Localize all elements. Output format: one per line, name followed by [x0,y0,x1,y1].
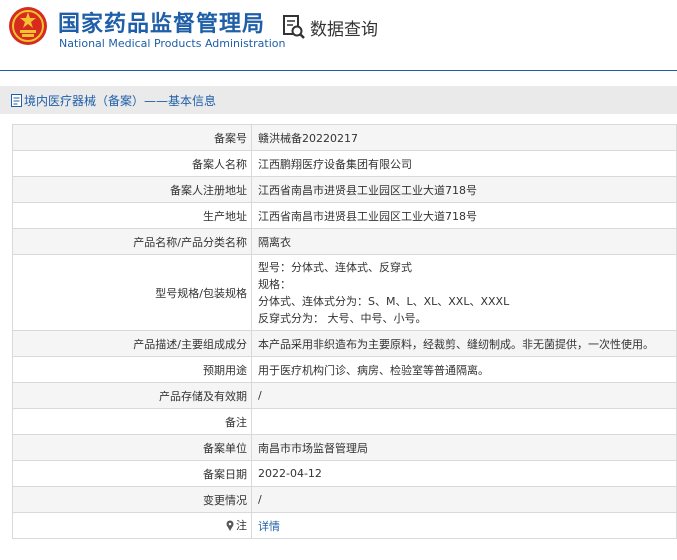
org-name-en: National Medical Products Administration [59,37,286,50]
label-filer-address: 备案人注册地址 [12,176,252,203]
value-description: 本产品采用非织造布为主要原料，经裁剪、缝纫制成。非无菌提供，一次性使用。 [251,330,677,357]
row-change-info: 变更情况 / [12,486,677,513]
document-icon [11,93,22,107]
details-link[interactable]: 详情 [258,520,280,533]
model-spec-line: 型号：分体式、连体式、反穿式 [258,260,412,274]
row-filer-address: 备案人注册地址 江西省南昌市进贤县工业园区工业大道718号 [12,176,677,203]
row-description: 产品描述/主要组成成分 本产品采用非织造布为主要原料，经裁剪、缝纫制成。非无菌提… [12,330,677,357]
value-filer-name: 江西鹏翔医疗设备集团有限公司 [251,150,677,177]
label-production-address: 生产地址 [12,202,252,229]
site-header: 国家药品监督管理局 National Medical Products Admi… [0,0,677,70]
row-filing-date: 备案日期 2022-04-12 [12,460,677,487]
value-filing-date: 2022-04-12 [251,460,677,487]
label-change-info: 变更情况 [12,486,252,513]
label-description: 产品描述/主要组成成分 [12,330,252,357]
label-model-spec: 型号规格/包装规格 [12,254,252,331]
org-name-cn: 国家药品监督管理局 [58,12,266,37]
label-filing-unit: 备案单位 [12,434,252,461]
value-filing-unit: 南昌市市场监督管理局 [251,434,677,461]
label-filing-no: 备案号 [12,124,252,151]
label-filing-date: 备案日期 [12,460,252,487]
value-storage: / [251,382,677,409]
row-intended-use: 预期用途 用于医疗机构门诊、病房、检验室等普通隔离。 [12,356,677,383]
value-filer-address: 江西省南昌市进贤县工业园区工业大道718号 [251,176,677,203]
row-filer-name: 备案人名称 江西鹏翔医疗设备集团有限公司 [12,150,677,177]
record-table: 备案号 赣洪械备20220217 备案人名称 江西鹏翔医疗设备集团有限公司 备案… [12,124,677,539]
national-emblem-icon [9,7,47,45]
label-filer-name: 备案人名称 [12,150,252,177]
value-change-info: / [251,486,677,513]
value-model-spec: 型号：分体式、连体式、反穿式 规格： 分体式、连体式分为：S、M、L、XL、XX… [251,254,677,331]
value-intended-use: 用于医疗机构门诊、病房、检验室等普通隔离。 [251,356,677,383]
value-note: 详情 [251,512,677,539]
value-production-address: 江西省南昌市进贤县工业园区工业大道718号 [251,202,677,229]
label-note: 注 [12,512,252,539]
value-filing-no: 赣洪械备20220217 [251,124,677,151]
row-filing-unit: 备案单位 南昌市市场监督管理局 [12,434,677,461]
model-spec-line: 分体式、连体式分为：S、M、L、XL、XXL、XXXL [258,294,510,308]
row-filing-no: 备案号 赣洪械备20220217 [12,124,677,151]
data-query-link[interactable]: 数据查询 [282,14,378,40]
section-bar: 境内医疗器械（备案）——基本信息 [0,86,677,114]
section-title: 境内医疗器械（备案）——基本信息 [24,93,217,108]
row-remarks: 备注 [12,408,677,435]
value-remarks [251,408,677,435]
pin-icon [226,520,234,531]
row-storage: 产品存储及有效期 / [12,382,677,409]
note-label: 注 [236,519,247,533]
model-spec-line: 规格： [258,277,291,291]
data-query-label: 数据查询 [310,19,378,40]
row-note: 注 详情 [12,512,677,539]
search-document-icon [283,15,305,39]
header-divider [0,70,677,71]
model-spec-line: 反穿式分为： 大号、中号、小号。 [258,311,427,325]
label-remarks: 备注 [12,408,252,435]
row-production-address: 生产地址 江西省南昌市进贤县工业园区工业大道718号 [12,202,677,229]
value-product-name: 隔离衣 [251,228,677,255]
row-model-spec: 型号规格/包装规格 型号：分体式、连体式、反穿式 规格： 分体式、连体式分为：S… [12,254,677,331]
label-storage: 产品存储及有效期 [12,382,252,409]
label-intended-use: 预期用途 [12,356,252,383]
row-product-name: 产品名称/产品分类名称 隔离衣 [12,228,677,255]
label-product-name: 产品名称/产品分类名称 [12,228,252,255]
